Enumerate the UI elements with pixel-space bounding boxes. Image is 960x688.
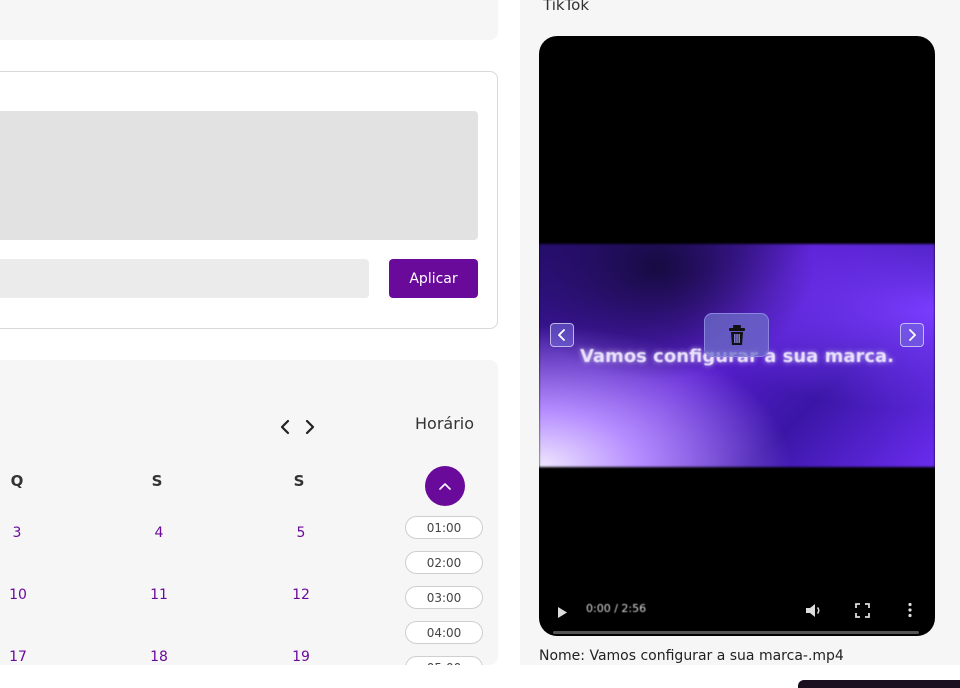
next-media-button[interactable] bbox=[900, 323, 924, 347]
trash-icon bbox=[728, 325, 745, 345]
day-header: S bbox=[151, 472, 163, 490]
text-input[interactable] bbox=[0, 259, 369, 298]
calendar-day[interactable]: 19 bbox=[286, 649, 316, 665]
calendar-day[interactable]: 11 bbox=[144, 587, 174, 603]
calendar-day[interactable]: 3 bbox=[2, 525, 32, 541]
video-progress-bar[interactable] bbox=[553, 631, 919, 634]
delete-media-button[interactable] bbox=[704, 313, 769, 357]
time-slot[interactable]: 04:00 bbox=[405, 621, 483, 644]
chevron-right-icon bbox=[305, 419, 315, 435]
calendar-day[interactable]: 10 bbox=[3, 587, 33, 603]
calendar-prev-button[interactable] bbox=[276, 418, 294, 436]
calendar-clip bbox=[0, 665, 520, 685]
more-options-button[interactable] bbox=[907, 602, 913, 622]
day-header: Q bbox=[10, 472, 24, 490]
chevron-left-icon bbox=[280, 419, 290, 435]
volume-icon bbox=[806, 604, 820, 617]
chevron-up-icon bbox=[439, 483, 451, 490]
video-player[interactable]: Vamos configurar a sua marca. 0:00 / 2:5… bbox=[539, 36, 935, 636]
day-header: S bbox=[293, 472, 305, 490]
time-scroll-up-button[interactable] bbox=[425, 466, 465, 506]
time-slot[interactable]: 01:00 bbox=[405, 516, 483, 539]
more-vertical-icon bbox=[908, 602, 912, 618]
calendar-day[interactable]: 12 bbox=[286, 587, 316, 603]
calendar-next-button[interactable] bbox=[301, 418, 319, 436]
calendar-day[interactable]: 18 bbox=[144, 649, 174, 665]
previous-media-button[interactable] bbox=[550, 323, 574, 347]
video-controls: 0:00 / 2:56 bbox=[539, 596, 935, 626]
apply-button[interactable]: Aplicar bbox=[389, 259, 478, 298]
top-panel bbox=[0, 0, 498, 40]
play-button[interactable] bbox=[557, 604, 568, 623]
calendar-day[interactable]: 4 bbox=[144, 525, 174, 541]
chevron-right-icon bbox=[909, 329, 916, 341]
media-filename: Nome: Vamos configurar a sua marca-.mp4 bbox=[539, 648, 844, 664]
video-time: 0:00 / 2:56 bbox=[586, 602, 647, 615]
calendar-day[interactable]: 17 bbox=[3, 649, 33, 665]
time-column-header: Horário bbox=[415, 414, 475, 433]
fullscreen-icon bbox=[855, 603, 870, 618]
play-icon bbox=[558, 607, 567, 618]
platform-label: TikTok bbox=[543, 0, 590, 14]
bottom-dark-bar bbox=[798, 680, 960, 688]
volume-button[interactable] bbox=[805, 603, 823, 622]
calendar-panel bbox=[0, 360, 498, 665]
calendar-day[interactable]: 5 bbox=[286, 525, 316, 541]
fullscreen-button[interactable] bbox=[855, 603, 870, 622]
time-slot[interactable]: 02:00 bbox=[405, 551, 483, 574]
chevron-left-icon bbox=[558, 329, 565, 341]
time-slot[interactable]: 03:00 bbox=[405, 586, 483, 609]
text-area[interactable] bbox=[0, 111, 478, 240]
